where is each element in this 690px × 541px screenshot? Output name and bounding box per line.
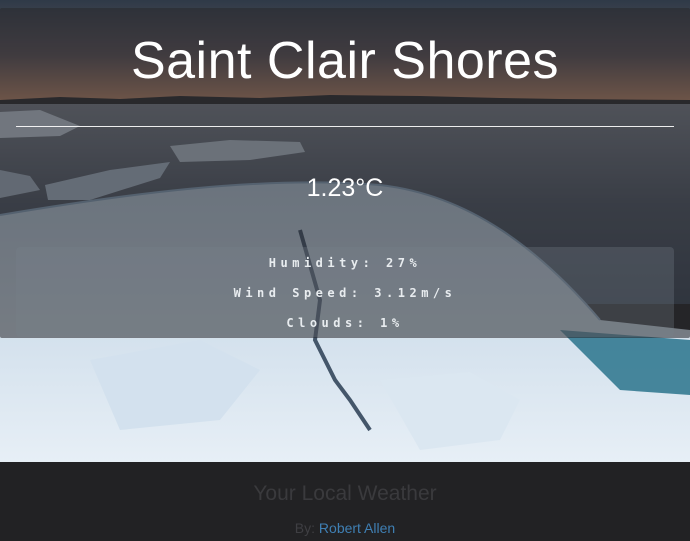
by-label: By: <box>294 520 316 536</box>
author-link[interactable]: Robert Allen <box>319 520 395 536</box>
humidity: Humidity: 27% <box>268 256 422 270</box>
wind-speed: Wind Speed: 3.12m/s <box>233 286 457 300</box>
weather-panel: Saint Clair Shores 1.23°C Humidity: 27% … <box>0 8 690 338</box>
divider <box>16 126 674 127</box>
clouds: Clouds: 1% <box>286 316 404 330</box>
weather-details: Humidity: 27% Wind Speed: 3.12m/s Clouds… <box>16 247 674 337</box>
byline: By: Robert Allen <box>0 520 690 536</box>
app-title: Your Local Weather <box>253 482 437 505</box>
temperature: 1.23°C <box>306 174 384 202</box>
city-name: Saint Clair Shores <box>130 32 560 90</box>
footer: Your Local Weather By: Robert Allen <box>0 462 690 541</box>
